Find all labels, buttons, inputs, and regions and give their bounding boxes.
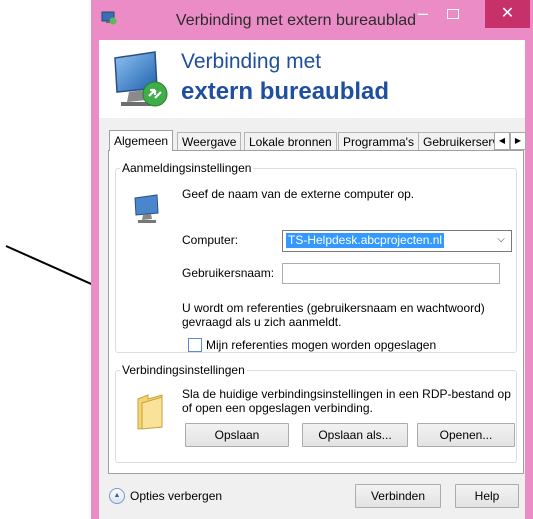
maximize-button[interactable] bbox=[438, 0, 468, 28]
title-bar[interactable]: Verbinding met extern bureaublad – ✕ bbox=[91, 0, 533, 40]
credentials-info-line2: gevraagd als u zich aanmeldt. bbox=[182, 315, 342, 329]
tab-weergave[interactable]: Weergave bbox=[177, 132, 242, 151]
connection-settings-group: Verbindingsinstellingen Sla de huidige v… bbox=[115, 363, 517, 463]
computer-label: Computer: bbox=[182, 233, 239, 247]
login-description: Geef de naam van de externe computer op. bbox=[182, 187, 415, 201]
tab-scroll-left-icon[interactable]: ◀ bbox=[494, 132, 510, 150]
remote-desktop-small-icon[interactable] bbox=[101, 11, 117, 25]
close-button[interactable]: ✕ bbox=[485, 0, 530, 28]
banner: Verbinding met extern bureaublad bbox=[99, 40, 525, 118]
minimize-icon: – bbox=[417, 3, 428, 23]
folder-icon bbox=[137, 394, 163, 430]
username-input[interactable] bbox=[282, 263, 500, 284]
open-button[interactable]: Openen... bbox=[417, 423, 515, 447]
connection-description-line1: Sla de huidige verbindingsinstellingen i… bbox=[182, 387, 511, 401]
tab-panel-algemeen: Aanmeldingsinstellingen Geef de naam van… bbox=[108, 150, 524, 474]
banner-title-line1: Verbinding met bbox=[181, 50, 322, 73]
computer-value: TS-Helpdesk.abcprojecten.nl bbox=[286, 233, 445, 248]
login-settings-group: Aanmeldingsinstellingen Geef de naam van… bbox=[115, 161, 517, 353]
help-button[interactable]: Help bbox=[455, 484, 519, 508]
save-credentials-checkbox[interactable] bbox=[188, 338, 202, 352]
chevron-down-icon[interactable]: ⌵ bbox=[495, 233, 507, 247]
minimize-button[interactable]: – bbox=[408, 0, 438, 28]
save-button[interactable]: Opslaan bbox=[185, 423, 289, 447]
maximize-icon bbox=[447, 9, 459, 19]
credentials-info-line1: U wordt om referenties (gebruikersnaam e… bbox=[182, 301, 485, 315]
hide-options-label[interactable]: Opties verbergen bbox=[130, 489, 222, 503]
tab-programmas[interactable]: Programma's bbox=[338, 132, 419, 151]
tab-lokale-bronnen[interactable]: Lokale bronnen bbox=[244, 132, 337, 151]
tab-scroll-right-icon[interactable]: ▶ bbox=[510, 132, 526, 150]
login-settings-legend: Aanmeldingsinstellingen bbox=[122, 161, 252, 175]
rdp-window: Verbinding met extern bureaublad – ✕ Ver… bbox=[91, 0, 533, 519]
tab-algemeen[interactable]: Algemeen bbox=[109, 130, 174, 151]
save-as-button[interactable]: Opslaan als... bbox=[302, 423, 408, 447]
computer-combobox[interactable]: TS-Helpdesk.abcprojecten.nl ⌵ bbox=[282, 230, 512, 252]
remote-desktop-icon bbox=[114, 51, 168, 107]
computer-icon bbox=[134, 194, 159, 223]
banner-title-line2: extern bureaublad bbox=[181, 78, 390, 105]
connection-settings-legend: Verbindingsinstellingen bbox=[122, 363, 245, 377]
hide-options-toggle-icon[interactable]: ▲ bbox=[109, 488, 125, 504]
save-credentials-label[interactable]: Mijn referenties mogen worden opgeslagen bbox=[206, 338, 436, 352]
username-label: Gebruikersnaam: bbox=[182, 266, 275, 280]
tab-strip: Algemeen Weergave Lokale bronnen Program… bbox=[109, 130, 529, 151]
dialog-client: Verbinding met extern bureaublad Algemee… bbox=[99, 40, 526, 519]
connect-button[interactable]: Verbinden bbox=[355, 484, 441, 508]
close-icon: ✕ bbox=[500, 5, 515, 22]
connection-description-line2: of open een opgeslagen verbinding. bbox=[182, 401, 373, 415]
